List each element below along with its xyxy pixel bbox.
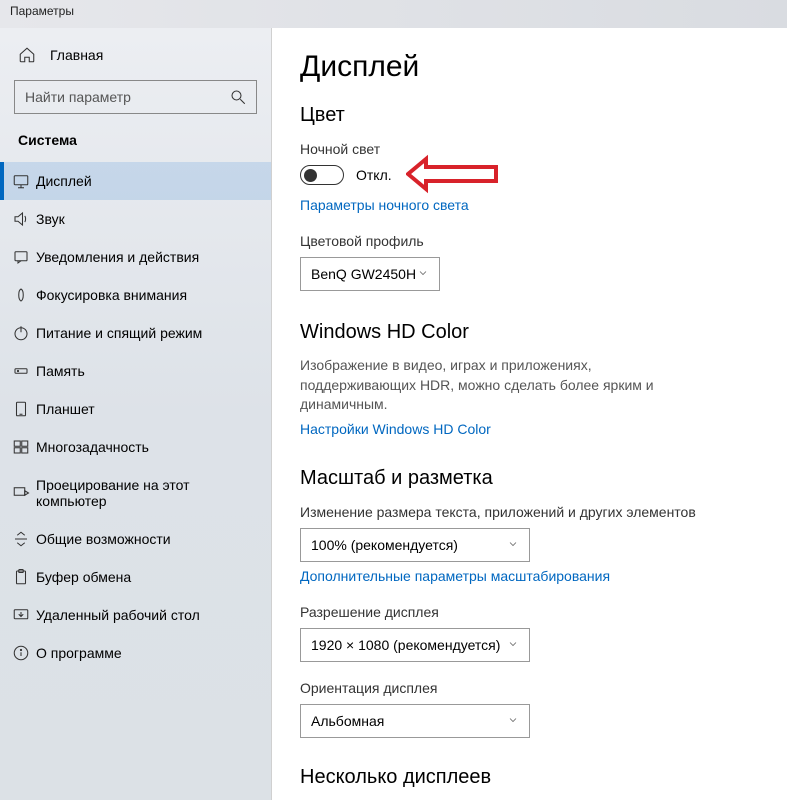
- page-title: Дисплей: [300, 50, 759, 84]
- color-profile-label: Цветовой профиль: [300, 233, 759, 249]
- sidebar-item-remote[interactable]: Удаленный рабочий стол: [0, 596, 271, 634]
- sidebar-item-label: Звук: [36, 211, 65, 227]
- color-profile-select[interactable]: BenQ GW2450H: [300, 257, 440, 291]
- sidebar-item-label: Общие возможности: [36, 531, 171, 547]
- power-icon: [12, 324, 30, 342]
- sidebar-item-projecting[interactable]: Проецирование на этот компьютер: [0, 466, 271, 520]
- multi-heading: Несколько дисплеев: [300, 766, 759, 789]
- main-pane[interactable]: Дисплей Цвет Ночной свет Откл. Параметры…: [272, 28, 787, 800]
- multitask-icon: [12, 438, 30, 456]
- scale-size-select[interactable]: 100% (рекомендуется): [300, 528, 530, 562]
- sidebar-item-label: Фокусировка внимания: [36, 287, 187, 303]
- sidebar-item-label: Удаленный рабочий стол: [36, 607, 200, 623]
- scale-size-value: 100% (рекомендуется): [311, 537, 458, 553]
- sidebar-item-label: Дисплей: [36, 173, 92, 189]
- sidebar-item-multitasking[interactable]: Многозадачность: [0, 428, 271, 466]
- home-icon: [18, 46, 36, 64]
- shared-icon: [12, 530, 30, 548]
- titlebar: Параметры: [0, 0, 787, 28]
- orientation-value: Альбомная: [311, 713, 384, 729]
- chevron-down-icon: [507, 637, 519, 653]
- night-light-label: Ночной свет: [300, 141, 759, 157]
- remote-icon: [12, 606, 30, 624]
- sidebar-item-label: Многозадачность: [36, 439, 149, 455]
- search-wrap: [14, 80, 257, 114]
- chevron-down-icon: [417, 266, 429, 282]
- sidebar-item-label: О программе: [36, 645, 122, 661]
- hd-settings-link[interactable]: Настройки Windows HD Color: [300, 421, 491, 437]
- chevron-down-icon: [507, 537, 519, 553]
- search-icon: [229, 88, 247, 106]
- sidebar-item-label: Питание и спящий режим: [36, 325, 202, 341]
- scale-size-label: Изменение размера текста, приложений и д…: [300, 504, 759, 520]
- hd-desc: Изображение в видео, играх и приложениях…: [300, 356, 670, 415]
- sidebar-item-label: Проецирование на этот компьютер: [36, 477, 253, 509]
- scale-heading: Масштаб и разметка: [300, 467, 759, 490]
- category-title: Система: [0, 128, 271, 162]
- resolution-label: Разрешение дисплея: [300, 604, 759, 620]
- sidebar-item-storage[interactable]: Память: [0, 352, 271, 390]
- sidebar-item-tablet[interactable]: Планшет: [0, 390, 271, 428]
- sidebar: Главная Система Дисплей Звук Уведомления…: [0, 28, 272, 800]
- sidebar-item-label: Уведомления и действия: [36, 249, 199, 265]
- display-icon: [12, 172, 30, 190]
- sidebar-item-display[interactable]: Дисплей: [0, 162, 271, 200]
- hd-heading: Windows HD Color: [300, 321, 759, 344]
- sidebar-item-label: Память: [36, 363, 85, 379]
- notifications-icon: [12, 248, 30, 266]
- focus-icon: [12, 286, 30, 304]
- about-icon: [12, 644, 30, 662]
- clipboard-icon: [12, 568, 30, 586]
- sidebar-item-sound[interactable]: Звук: [0, 200, 271, 238]
- night-light-state: Откл.: [356, 167, 392, 183]
- night-light-row: Откл.: [300, 165, 759, 185]
- orientation-label: Ориентация дисплея: [300, 680, 759, 696]
- sidebar-item-label: Буфер обмена: [36, 569, 131, 585]
- resolution-select[interactable]: 1920 × 1080 (рекомендуется): [300, 628, 530, 662]
- annotation-red-arrow: [406, 151, 506, 202]
- chevron-down-icon: [507, 713, 519, 729]
- resolution-value: 1920 × 1080 (рекомендуется): [311, 637, 500, 653]
- storage-icon: [12, 362, 30, 380]
- night-light-toggle[interactable]: [300, 165, 344, 185]
- sidebar-item-power[interactable]: Питание и спящий режим: [0, 314, 271, 352]
- projecting-icon: [12, 484, 30, 502]
- sidebar-item-clipboard[interactable]: Буфер обмена: [0, 558, 271, 596]
- sound-icon: [12, 210, 30, 228]
- sidebar-item-label: Планшет: [36, 401, 95, 417]
- sidebar-item-shared[interactable]: Общие возможности: [0, 520, 271, 558]
- sidebar-item-about[interactable]: О программе: [0, 634, 271, 672]
- search-input[interactable]: [14, 80, 257, 114]
- color-heading: Цвет: [300, 104, 759, 127]
- tablet-icon: [12, 400, 30, 418]
- home-nav[interactable]: Главная: [0, 36, 271, 74]
- orientation-select[interactable]: Альбомная: [300, 704, 530, 738]
- home-label: Главная: [50, 47, 103, 63]
- nav-list: Дисплей Звук Уведомления и действия Фоку…: [0, 162, 271, 672]
- sidebar-item-notifications[interactable]: Уведомления и действия: [0, 238, 271, 276]
- advanced-scaling-link[interactable]: Дополнительные параметры масштабирования: [300, 568, 610, 584]
- window-title: Параметры: [10, 4, 74, 18]
- sidebar-item-focus[interactable]: Фокусировка внимания: [0, 276, 271, 314]
- color-profile-value: BenQ GW2450H: [311, 266, 416, 282]
